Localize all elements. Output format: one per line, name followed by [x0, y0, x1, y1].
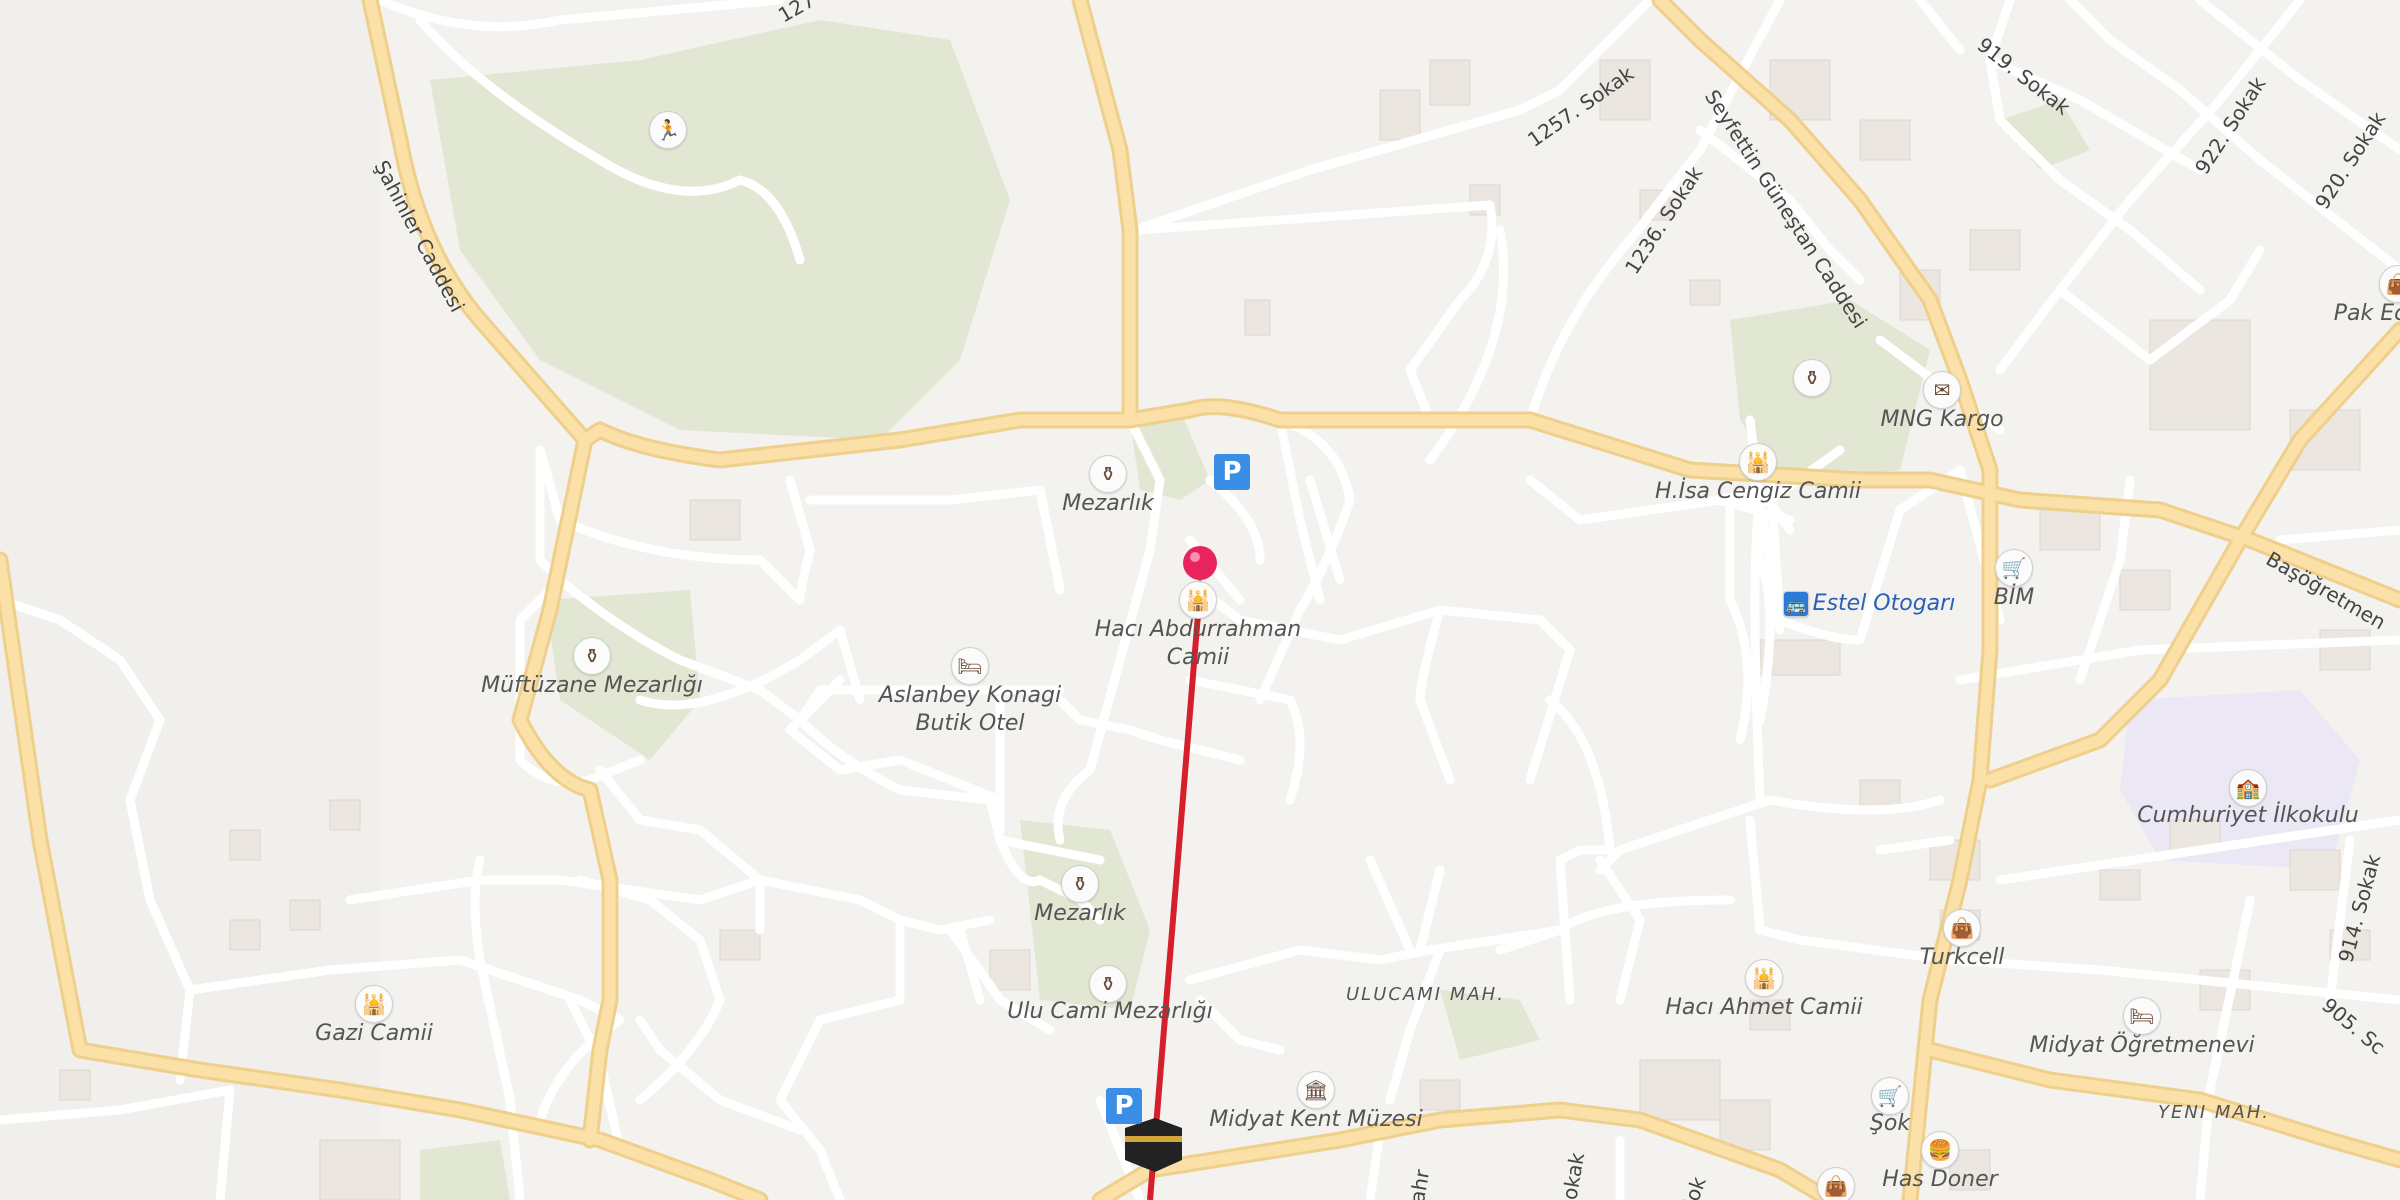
poi-label-has-doner: Has Doner — [1882, 1167, 1998, 1192]
poi-label-cumhuriyet: Cumhuriyet İlkokulu — [2137, 803, 2359, 828]
poi-label-gazi-camii: Gazi Camii — [315, 1021, 433, 1046]
shopping-bag-icon[interactable]: 👜 — [1817, 1167, 1855, 1200]
poi-label-mezarlik-1: Mezarlık — [1062, 491, 1154, 516]
map-view[interactable]: P P 🏃 ⚱ Mezarlık 🕌 Hacı Abdurrahman Camii… — [0, 0, 2400, 1200]
poi-label-ulu-cami-mezarligi: Ulu Cami Mezarlığı — [1007, 999, 1213, 1024]
neighborhood-label: ULUCAMI MAH. — [1346, 984, 1505, 1005]
park-area — [420, 1140, 510, 1200]
neighborhood-label: YENI MAH. — [2158, 1102, 2270, 1123]
poi-label-pak-edge: Pak Ec — [2333, 301, 2400, 326]
poi-label-haci-ahmet: Hacı Ahmet Camii — [1665, 995, 1863, 1020]
shopping-cart-icon[interactable]: 🛒 — [1995, 549, 2033, 587]
poi-label-h-isa-cengiz: H.İsa Cengiz Camii — [1655, 479, 1861, 504]
mosque-icon[interactable]: 🕌 — [1745, 959, 1783, 997]
hotel-icon[interactable]: 🛏 — [951, 647, 989, 685]
poi-label-midyat-ogretmenevi: Midyat Öğretmenevi — [2029, 1033, 2255, 1058]
poi-label-mng-kargo: MNG Kargo — [1880, 407, 2004, 432]
cemetery-icon[interactable]: ⚱ — [1793, 359, 1831, 397]
shopping-bag-icon[interactable]: 👜 — [1943, 909, 1981, 947]
poi-label-estel-otogari: Estel Otogarı — [1812, 591, 1956, 616]
mosque-icon[interactable]: 🕌 — [1179, 581, 1217, 619]
hotel-icon[interactable]: 🛏 — [2123, 997, 2161, 1035]
park-area — [430, 20, 1010, 440]
poi-label-sok: Şok — [1869, 1111, 1911, 1136]
shopping-bag-icon[interactable]: 👜 — [2379, 265, 2400, 303]
parking-icon[interactable]: P — [1106, 1088, 1142, 1124]
parking-icon[interactable]: P — [1214, 454, 1250, 490]
cemetery-icon[interactable]: ⚱ — [573, 637, 611, 675]
poi-label-midyat-kent-muzesi: Midyat Kent Müzesi — [1209, 1107, 1423, 1132]
cemetery-icon[interactable]: ⚱ — [1089, 455, 1127, 493]
poi-label-mezarlik-2: Mezarlık — [1034, 901, 1126, 926]
post-icon[interactable]: ✉ — [1923, 371, 1961, 409]
mosque-icon[interactable]: 🕌 — [1739, 443, 1777, 481]
route-line — [1147, 589, 1203, 1200]
mosque-icon[interactable]: 🕌 — [355, 985, 393, 1023]
bus-icon[interactable]: 🚌 — [1783, 591, 1809, 617]
poi-label-aslanbey: Aslanbey Konagi Butik Otel — [878, 683, 1062, 736]
poi-label-muftuzane: Müftüzane Mezarlığı — [481, 673, 703, 698]
museum-icon[interactable]: 🏛 — [1297, 1071, 1335, 1109]
fast-food-icon[interactable]: 🍔 — [1921, 1131, 1959, 1169]
poi-label-haci-abdurrahman: Hacı Abdurrahman Camii — [1094, 617, 1302, 670]
sports-icon[interactable]: 🏃 — [649, 111, 687, 149]
cemetery-icon[interactable]: ⚱ — [1061, 865, 1099, 903]
poi-label-bim: BİM — [1993, 585, 2035, 610]
poi-label-turkcell: Turkcell — [1919, 945, 2005, 970]
